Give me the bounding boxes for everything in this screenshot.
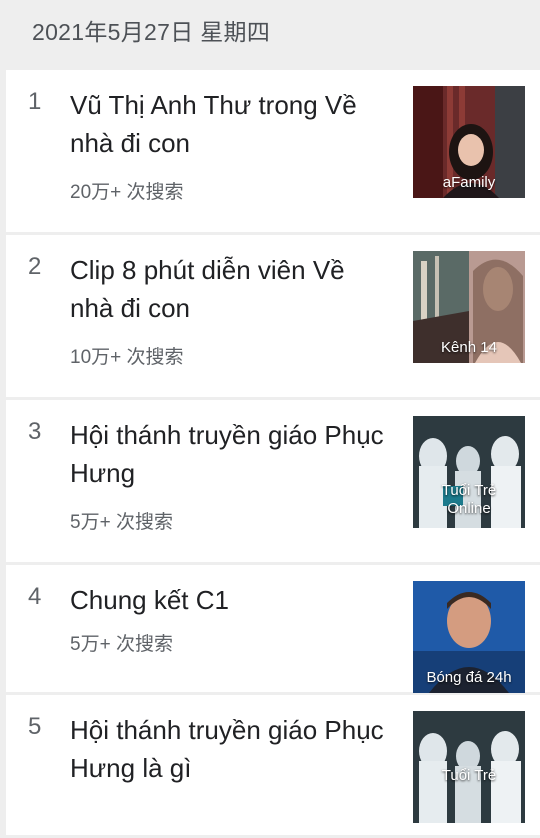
news-source: Tuổi Trẻ Online <box>441 482 497 517</box>
news-thumbnail[interactable]: Bóng đá 24h <box>413 581 525 693</box>
trend-item[interactable]: 2 Clip 8 phút diễn viên Về nhà đi con 10… <box>6 235 540 397</box>
trend-rank: 5 <box>28 713 42 740</box>
trend-rank: 1 <box>28 88 42 115</box>
news-source: Bóng đá 24h <box>426 669 512 686</box>
news-source: Tuổi Trẻ <box>441 767 497 784</box>
search-count: 10万+ 次搜索 <box>70 347 184 368</box>
trend-title[interactable]: Hội thánh truyền giáo Phục Hưng là gì <box>70 711 392 787</box>
news-thumbnail[interactable]: Kênh 14 <box>413 251 525 363</box>
search-count: 20万+ 次搜索 <box>70 182 184 203</box>
trend-title[interactable]: Clip 8 phút diễn viên Về nhà đi con <box>70 251 392 327</box>
trend-item[interactable]: 1 Vũ Thị Anh Thư trong Về nhà đi con 20万… <box>6 70 540 232</box>
search-count: 5万+ 次搜索 <box>70 512 173 533</box>
trending-list: 1 Vũ Thị Anh Thư trong Về nhà đi con 20万… <box>6 70 540 838</box>
trend-item[interactable]: 5 Hội thánh truyền giáo Phục Hưng là gì … <box>6 695 540 835</box>
trend-item[interactable]: 4 Chung kết C1 5万+ 次搜索 Bóng đá 24h <box>6 565 540 693</box>
date-header: 2021年5月27日 星期四 <box>32 19 271 45</box>
trend-title[interactable]: Hội thánh truyền giáo Phục Hưng <box>70 416 392 492</box>
trend-rank: 3 <box>28 418 42 445</box>
search-count: 5万+ 次搜索 <box>70 634 173 655</box>
trend-title[interactable]: Chung kết C1 <box>70 581 392 619</box>
trend-rank: 4 <box>28 583 42 610</box>
news-thumbnail[interactable]: aFamily <box>413 86 525 198</box>
trend-title[interactable]: Vũ Thị Anh Thư trong Về nhà đi con <box>70 86 392 162</box>
news-thumbnail[interactable]: Tuổi Trẻ Online <box>413 416 525 528</box>
trend-item[interactable]: 3 Hội thánh truyền giáo Phục Hưng 5万+ 次搜… <box>6 400 540 562</box>
news-source: aFamily <box>442 174 496 191</box>
news-source: Kênh 14 <box>441 339 497 356</box>
trend-rank: 2 <box>28 253 42 280</box>
news-thumbnail[interactable]: Tuổi Trẻ <box>413 711 525 823</box>
